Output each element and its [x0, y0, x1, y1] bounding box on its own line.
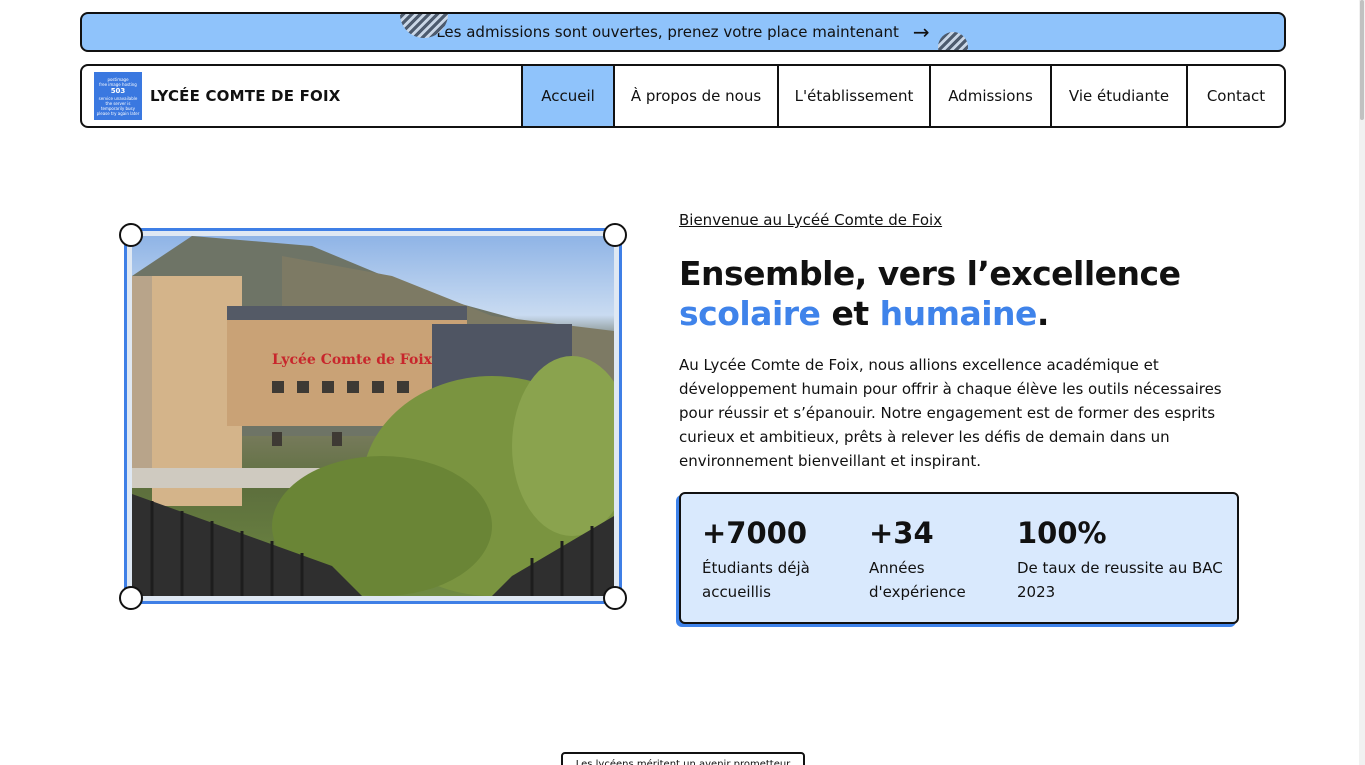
arrow-right-icon[interactable]: → — [913, 20, 930, 44]
stat-value: +34 — [869, 516, 934, 550]
school-building-photo: Lycée Comte de Foix — [132, 236, 614, 596]
decorative-striped-ball — [938, 32, 968, 50]
brand-name: LYCÉE COMTE DE FOIX — [150, 87, 341, 105]
admissions-banner[interactable]: Les admissions sont ouvertes, prenez vot… — [80, 12, 1286, 52]
nav-item-vie-etudiante[interactable]: Vie étudiante — [1050, 66, 1186, 126]
page-scrollbar[interactable] — [1359, 0, 1365, 765]
stat-students: +7000 Étudiants déjà accueillis — [702, 516, 842, 604]
hero-headline: Ensemble, vers l’excellence scolaire et … — [679, 254, 1181, 333]
stat-label: Années d'expérience — [869, 559, 966, 601]
resize-handle-bottom-right[interactable] — [603, 586, 627, 610]
main-navbar: postimage free image hosting 503 service… — [80, 64, 1286, 128]
stat-label: De taux de reussite au BAC 2023 — [1017, 559, 1223, 601]
nav-item-a-propos[interactable]: À propos de nous — [613, 66, 777, 126]
stat-years: +34 Années d'expérience — [869, 516, 989, 604]
nav-item-admissions[interactable]: Admissions — [929, 66, 1050, 126]
nav-item-etablissement[interactable]: L'établissement — [777, 66, 929, 126]
school-photo-frame[interactable]: Lycée Comte de Foix — [124, 228, 622, 604]
stat-success-rate: 100% De taux de reussite au BAC 2023 — [1017, 516, 1227, 604]
nav-menu: Accueil À propos de nous L'établissement… — [521, 66, 1284, 126]
hero-intro-text: Au Lycée Comte de Foix, nous allions exc… — [679, 356, 1222, 470]
resize-handle-bottom-left[interactable] — [119, 586, 143, 610]
banner-text: Les admissions sont ouvertes, prenez vot… — [436, 23, 899, 41]
school-logo[interactable]: postimage free image hosting 503 service… — [94, 72, 142, 120]
photo-sign-text: Lycée Comte de Foix — [272, 352, 433, 368]
stat-label: Étudiants déjà accueillis — [702, 559, 810, 601]
welcome-link[interactable]: Bienvenue au Lycéé Comte de Foix — [679, 211, 942, 229]
scrollbar-thumb[interactable] — [1360, 0, 1364, 120]
nav-item-contact[interactable]: Contact — [1186, 66, 1284, 126]
resize-handle-top-left[interactable] — [119, 223, 143, 247]
stats-card: +7000 Étudiants déjà accueillis +34 Anné… — [679, 492, 1239, 624]
brand[interactable]: postimage free image hosting 503 service… — [82, 66, 521, 126]
stat-value: +7000 — [702, 516, 808, 550]
nav-item-accueil[interactable]: Accueil — [521, 66, 613, 126]
stat-value: 100% — [1017, 516, 1107, 550]
section-tag: Les lycéens méritent un avenir prometteu… — [561, 752, 805, 765]
school-building-illustration: Lycée Comte de Foix — [132, 236, 614, 596]
resize-handle-top-right[interactable] — [603, 223, 627, 247]
